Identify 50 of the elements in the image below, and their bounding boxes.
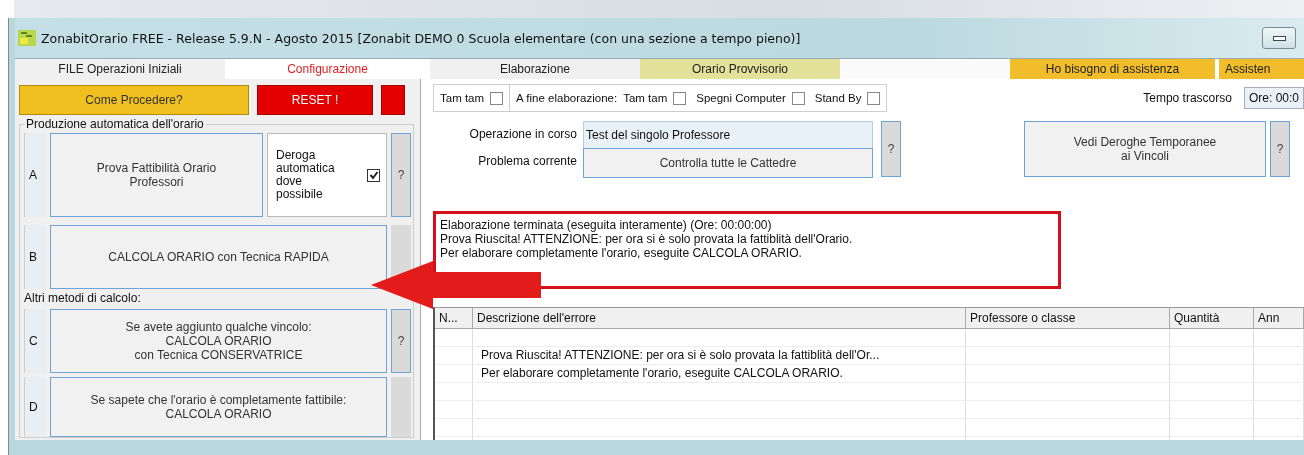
help-button[interactable]: ? xyxy=(1270,121,1290,177)
tab[interactable]: FILE Operazioni Iniziali xyxy=(15,59,225,79)
table-cell: Per elaborare completamente l'orario, eseguite CALCOLA ORARIO. xyxy=(473,365,966,382)
elapsed-label: Tempo trascorso xyxy=(1143,91,1232,105)
options-label: A fine elaborazione: xyxy=(516,92,618,104)
checkbox[interactable]: Stand By xyxy=(814,91,881,105)
operation-field: Test del singolo Professore xyxy=(583,121,873,148)
column-header[interactable]: Quantità xyxy=(1170,308,1254,328)
tab[interactable]: Ho bisogno di assistenza xyxy=(1010,59,1215,79)
check-button[interactable]: Controlla tutte le Cattedre xyxy=(583,148,873,178)
checkbox[interactable]: Tam tam xyxy=(623,91,687,105)
window-title: ZonabitOrario FREE - Release 5.9.N - Agosto 2015 [Zonabit DEMO 0 Scuola elementare (con una sezione a tempo pieno)] xyxy=(41,30,801,46)
column-header[interactable]: Descrizione dell'errore xyxy=(473,308,966,328)
column-header[interactable]: N... xyxy=(435,308,473,328)
minimize-button[interactable] xyxy=(1262,27,1296,49)
color-button[interactable] xyxy=(381,85,405,115)
row-letter: D xyxy=(24,377,46,437)
help-button[interactable]: Come Procedere? xyxy=(19,85,249,115)
tab[interactable]: Elaborazione xyxy=(430,59,640,79)
row-letter: A xyxy=(24,133,46,217)
option-checkbox[interactable]: Deroga automatica dove possibile xyxy=(267,133,387,217)
app-logo-icon xyxy=(17,29,37,47)
message-text: Prova Riuscita! ATTENZIONE: per ora si è solo provata la fattiblità dell'Orario. xyxy=(440,232,854,246)
table-cell: Prova Riuscita! ATTENZIONE: per ora si è solo provata la fattiblità dell'Or... xyxy=(473,347,966,364)
side-strip xyxy=(391,377,411,437)
exceptions-button[interactable]: Vedi Deroghe Temporanee ai Vincoli xyxy=(1024,121,1266,177)
checkbox[interactable]: Tam tam xyxy=(440,91,504,105)
help-button[interactable]: ? xyxy=(881,121,901,177)
action-button[interactable]: Prova Fattibilità Orario Professori xyxy=(50,133,263,217)
operation-label: Operazione in corso xyxy=(468,126,578,143)
row-letter: B xyxy=(24,225,46,289)
elapsed-field: Ore: 00:0 xyxy=(1243,87,1304,109)
tab[interactable]: Assisten xyxy=(1219,59,1304,79)
check-icon xyxy=(368,170,379,180)
message-text: Elaborazione terminata (eseguita interamente) (Ore: 00:00:00) xyxy=(440,218,773,232)
help-button[interactable]: ? xyxy=(391,309,411,373)
help-button[interactable]: ? xyxy=(391,133,411,217)
column-header[interactable]: Professore o classe xyxy=(966,308,1170,328)
problem-label: Problema corrente xyxy=(477,153,578,170)
checkbox[interactable]: Spegni Computer xyxy=(696,91,805,105)
action-button[interactable]: Se avete aggiunto qualche vincolo: CALCOLA ORARIO con Tecnica CONSERVATRICE xyxy=(50,309,387,373)
row-letter: C xyxy=(24,309,46,373)
action-button[interactable]: Se sapete che l'orario è completamente fattibile: CALCOLA ORARIO xyxy=(50,377,387,437)
section-label: Altri metodi di calcolo: xyxy=(24,290,142,307)
group-title: Produzione automatica dell'orario xyxy=(25,117,205,131)
column-header[interactable]: Ann xyxy=(1254,308,1304,328)
message-text: Per elaborare completamente l'orario, eseguite CALCOLA ORARIO. xyxy=(440,246,803,260)
tab[interactable]: Orario Provvisorio xyxy=(640,59,840,79)
reset-button[interactable]: RESET ! xyxy=(257,85,373,115)
action-button[interactable]: CALCOLA ORARIO con Tecnica RAPIDA xyxy=(50,225,387,289)
